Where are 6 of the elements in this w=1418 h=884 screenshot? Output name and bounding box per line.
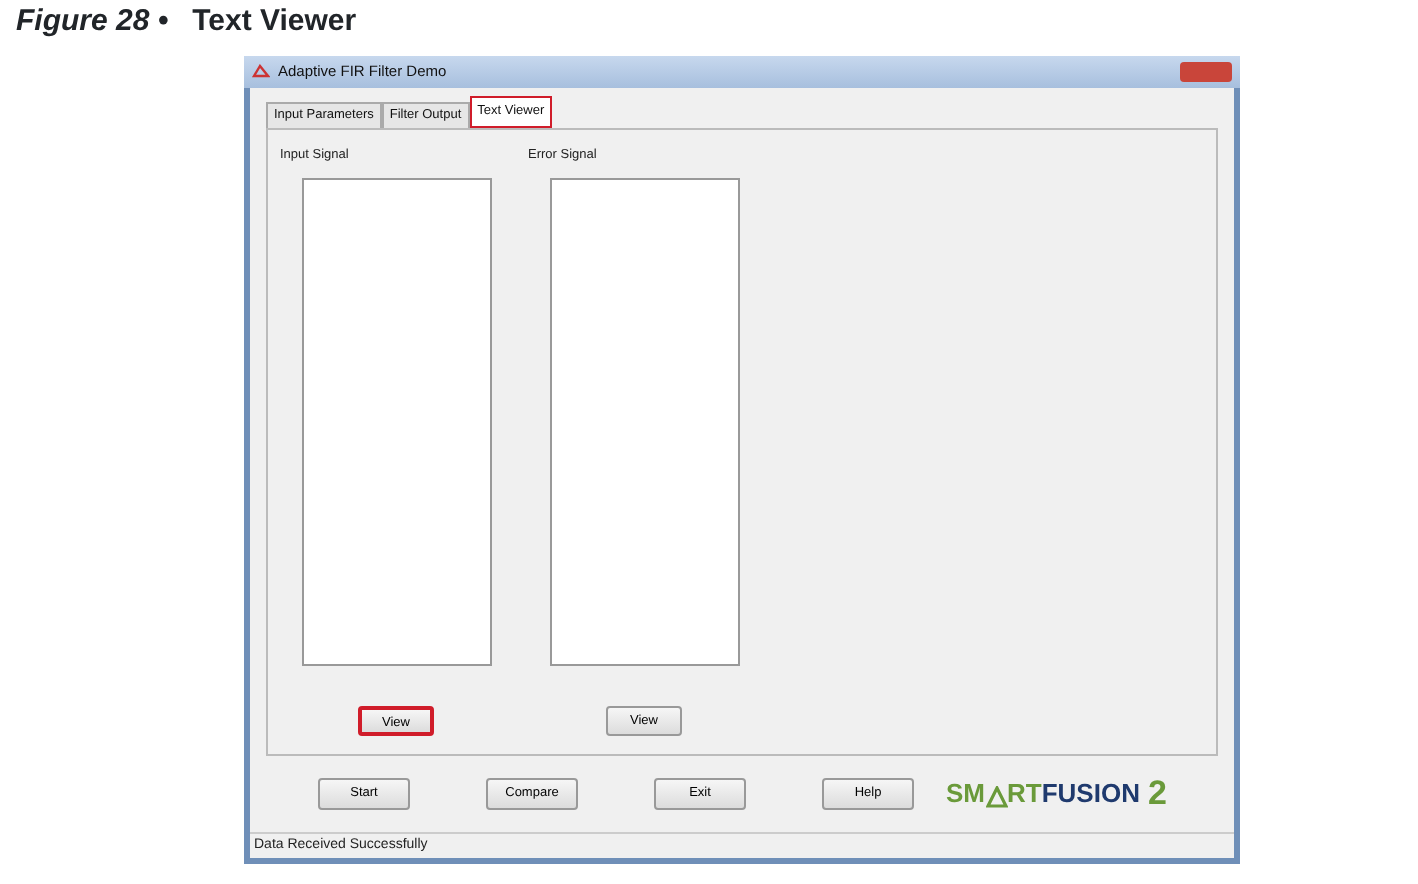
figure-number: Figure 28 • xyxy=(16,4,169,40)
text-list-box[interactable] xyxy=(549,177,739,666)
text-list-box[interactable] xyxy=(301,177,491,666)
logo: SM RTFUSION 2 xyxy=(946,776,1167,812)
app-icon xyxy=(252,64,270,80)
figure-title: Text Viewer xyxy=(192,4,357,40)
